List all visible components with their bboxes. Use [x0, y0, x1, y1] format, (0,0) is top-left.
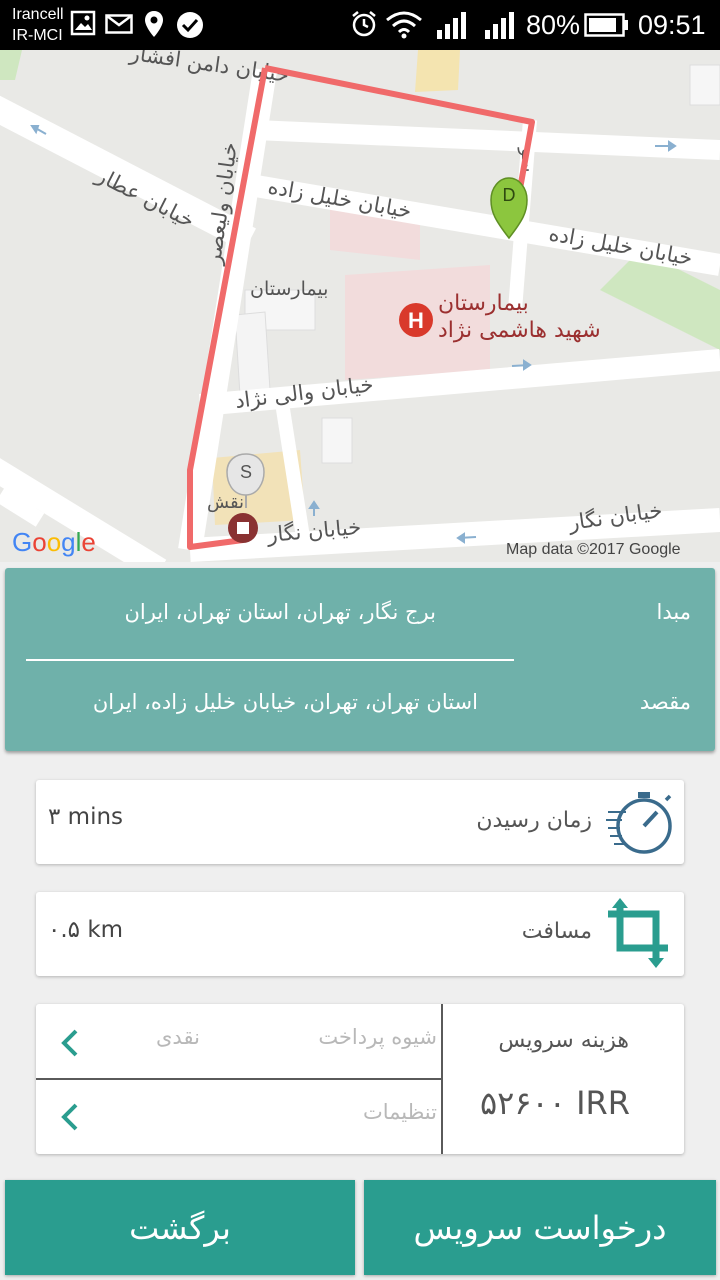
hospital-name-line-2: شهید هاشمی نژاد	[438, 318, 601, 343]
back-button[interactable]: برگشت	[5, 1180, 355, 1275]
payment-method-row[interactable]: نقدی شیوه پرداخت	[36, 1004, 441, 1078]
place-label-naghsh: نقش	[207, 492, 244, 513]
image-icon	[70, 10, 96, 36]
signal-icon	[485, 12, 514, 39]
address-card: مبدا برج نگار، تهران، استان تهران، ایران…	[5, 568, 715, 751]
service-cost-title: هزینه سرویس	[498, 1028, 629, 1053]
destination-label: مقصد	[639, 690, 691, 714]
chevron-left-icon[interactable]	[58, 1102, 80, 1132]
google-logo: Google	[12, 527, 96, 557]
destination-address[interactable]: استان تهران، تهران، خیابان خلیل زاده، ای…	[93, 690, 478, 714]
payment-options: نقدی شیوه پرداخت تنظیمات	[36, 1004, 443, 1154]
wifi-icon	[386, 11, 422, 39]
service-cost-card: نقدی شیوه پرداخت تنظیمات هزینه سرویس ۵۲۶…	[36, 1004, 684, 1154]
alarm-icon	[352, 11, 376, 37]
request-service-button[interactable]: درخواست سرویس	[364, 1180, 716, 1275]
check-badge-icon	[177, 12, 203, 38]
address-divider	[26, 659, 514, 661]
battery-percent: 80%	[526, 10, 581, 40]
location-pin-icon	[145, 11, 163, 37]
battery-icon	[584, 13, 628, 37]
payment-method-value: نقدی	[156, 1025, 200, 1049]
settings-row[interactable]: تنظیمات	[36, 1080, 441, 1154]
carrier-name-2: IR-MCI	[12, 27, 63, 44]
distance-label: مسافت	[521, 919, 592, 944]
arrival-time-label: زمان رسیدن	[476, 808, 592, 833]
chevron-left-icon[interactable]	[58, 1028, 80, 1058]
origin-label: مبدا	[656, 600, 691, 624]
payment-method-label: شیوه پرداخت	[318, 1025, 437, 1049]
origin-address[interactable]: برج نگار، تهران، استان تهران، ایران	[124, 600, 436, 624]
signal-icon	[437, 12, 466, 39]
distance-value: ۰.۵ km	[48, 917, 124, 943]
distance-card: ۰.۵ km مسافت	[36, 892, 684, 976]
crop-route-icon	[608, 898, 668, 968]
status-bar: Irancell IR-MCI 80% 09:51	[0, 0, 720, 50]
hospital-name-line-1: بیمارستان	[438, 291, 529, 316]
mail-icon	[105, 14, 133, 34]
destination-marker-letter: D	[503, 185, 516, 205]
arrival-time-value: ۳ mins	[48, 804, 124, 830]
carrier-info: Irancell IR-MCI	[12, 4, 64, 46]
settings-label: تنظیمات	[362, 1100, 437, 1124]
street-label-hospital: بیمارستان	[250, 278, 328, 300]
map-canvas[interactable]: خیابان دامن افشار خیابان عطار خیابان خلی…	[0, 50, 720, 562]
service-cost-value: ۵۲۶۰۰ IRR	[479, 1084, 630, 1122]
arrival-time-card: ۳ mins زمان رسیدن	[36, 780, 684, 864]
hospital-marker-letter: H	[408, 308, 424, 333]
map-attribution: Map data ©2017 Google	[506, 541, 681, 558]
stopwatch-icon	[606, 792, 672, 854]
clock: 09:51	[638, 10, 706, 40]
carrier-name-1: Irancell	[12, 6, 64, 23]
start-marker-letter: S	[240, 462, 252, 482]
route-map[interactable]: خیابان دامن افشار خیابان عطار خیابان خلی…	[0, 50, 720, 562]
